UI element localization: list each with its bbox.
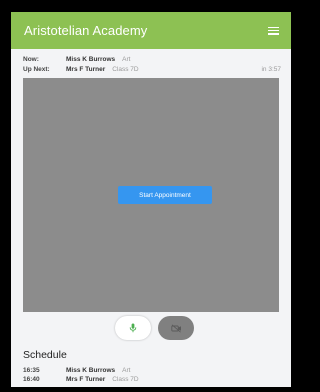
schedule-detail: Art <box>122 367 131 374</box>
app-header: Aristotelian Academy <box>11 12 291 49</box>
app-title: Aristotelian Academy <box>24 23 148 38</box>
up-next-class: Class 7D <box>112 65 139 73</box>
camera-off-icon <box>170 323 181 333</box>
schedule-section: Schedule 16:35 Miss K Burrows Art 16:40 … <box>23 349 281 384</box>
schedule-heading: Schedule <box>23 349 67 361</box>
up-next-label: Up Next: <box>23 65 50 73</box>
camera-toggle-button[interactable] <box>158 316 194 340</box>
now-label: Now: <box>23 55 39 63</box>
now-row: Now: Miss K Burrows Art <box>23 54 281 64</box>
start-appointment-button[interactable]: Start Appointment <box>118 186 212 204</box>
up-next-name: Mrs F Turner <box>66 65 106 73</box>
hamburger-menu-icon[interactable] <box>268 26 279 35</box>
schedule-time: 16:35 <box>23 367 40 374</box>
schedule-detail: Class 7D <box>112 376 139 383</box>
microphone-icon <box>129 323 137 333</box>
schedule-item: 16:35 Miss K Burrows Art <box>23 366 281 375</box>
schedule-time: 16:40 <box>23 376 40 383</box>
call-controls <box>11 315 291 343</box>
now-subject: Art <box>122 55 131 63</box>
up-next-row: Up Next: Mrs F Turner Class 7D in 3:57 <box>23 64 281 74</box>
app-screen: Aristotelian Academy Now: Miss K Burrows… <box>11 12 291 387</box>
video-area: Start Appointment <box>23 78 279 312</box>
now-name: Miss K Burrows <box>66 55 116 63</box>
schedule-name: Mrs F Turner <box>66 376 106 383</box>
schedule-item: 16:40 Mrs F Turner Class 7D <box>23 375 281 384</box>
up-next-countdown: in 3:57 <box>261 65 281 73</box>
microphone-toggle-button[interactable] <box>115 316 151 340</box>
schedule-name: Miss K Burrows <box>66 367 116 374</box>
status-panel: Now: Miss K Burrows Art Up Next: Mrs F T… <box>11 49 291 74</box>
